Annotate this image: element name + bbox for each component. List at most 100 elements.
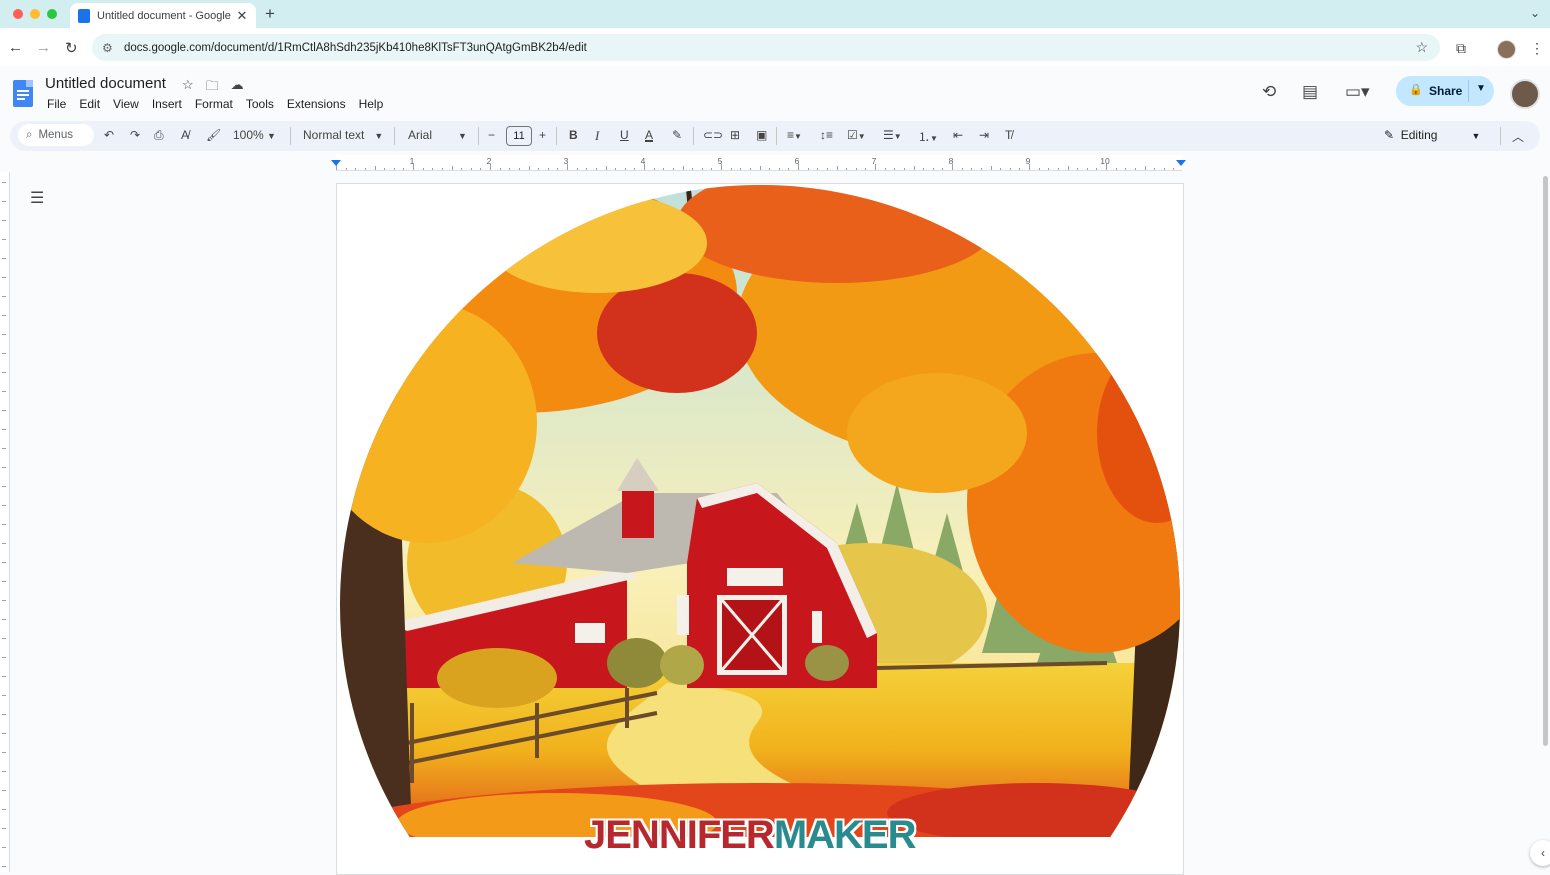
menu-view[interactable]: View bbox=[113, 97, 139, 111]
menu-format[interactable]: Format bbox=[195, 97, 233, 111]
back-icon[interactable]: ← bbox=[8, 39, 23, 56]
toolbar-divider bbox=[776, 127, 777, 145]
ruler-tick bbox=[769, 168, 771, 170]
bookmark-star-icon[interactable]: ☆ bbox=[1415, 39, 1428, 56]
share-dropdown-icon[interactable]: ▼ bbox=[1476, 83, 1486, 94]
ruler-tick bbox=[624, 168, 626, 170]
ruler-tick bbox=[740, 168, 742, 170]
editing-mode-select[interactable]: ✎ Editing ▼ bbox=[1384, 128, 1480, 142]
left-indent-marker[interactable] bbox=[331, 160, 341, 166]
document-title[interactable]: Untitled document bbox=[45, 75, 166, 92]
meet-video-icon[interactable]: ▭▾ bbox=[1345, 82, 1370, 102]
browser-menu-icon[interactable]: ⋮ bbox=[1530, 40, 1544, 57]
clear-formatting-icon[interactable]: T̸ bbox=[1005, 128, 1012, 142]
close-tab-icon[interactable]: ✕ bbox=[234, 8, 250, 24]
menu-tools[interactable]: Tools bbox=[246, 97, 274, 111]
vertical-ruler-tick bbox=[2, 410, 6, 411]
decrease-indent-icon[interactable]: ⇤ bbox=[953, 128, 963, 142]
paint-format-icon[interactable]: 🖌 bbox=[206, 128, 221, 142]
redo-icon[interactable]: ↷ bbox=[130, 128, 140, 142]
collapse-menus-icon[interactable]: ︿ bbox=[1512, 128, 1524, 145]
menu-bar: File Edit View Insert Format Tools Exten… bbox=[47, 97, 396, 111]
comments-icon[interactable]: ▤ bbox=[1302, 82, 1318, 102]
decrease-font-size-icon[interactable]: − bbox=[488, 128, 495, 142]
editing-mode-value: Editing bbox=[1400, 128, 1438, 142]
cloud-status-icon[interactable]: ☁ bbox=[231, 77, 244, 99]
line-spacing-icon[interactable]: ↕≡ bbox=[820, 128, 833, 142]
search-menus-input[interactable]: ⌕ Menus bbox=[18, 124, 94, 146]
avatar[interactable] bbox=[1510, 79, 1540, 109]
vertical-ruler[interactable] bbox=[0, 172, 10, 872]
menu-insert[interactable]: Insert bbox=[152, 97, 182, 111]
vertical-ruler-tick bbox=[2, 296, 6, 297]
font-size-input[interactable]: 11 bbox=[506, 126, 532, 146]
ruler-tick bbox=[1144, 166, 1146, 170]
ruler-number: 5 bbox=[717, 156, 723, 166]
vertical-ruler-tick bbox=[2, 695, 6, 696]
menu-extensions[interactable]: Extensions bbox=[287, 97, 346, 111]
close-window-button[interactable] bbox=[13, 9, 23, 19]
vertical-ruler-tick bbox=[2, 182, 6, 183]
ruler-tick bbox=[653, 168, 655, 170]
profile-icon[interactable] bbox=[1497, 40, 1516, 59]
font-select[interactable]: Arial ▼ bbox=[408, 128, 467, 142]
site-info-icon[interactable]: ⚙ bbox=[102, 41, 116, 55]
barn-illustration[interactable] bbox=[337, 183, 1183, 837]
tab-search-chevron-icon[interactable]: ⌄ bbox=[1530, 6, 1540, 20]
increase-indent-icon[interactable]: ⇥ bbox=[979, 128, 989, 142]
paragraph-style-select[interactable]: Normal text ▼ bbox=[303, 128, 383, 142]
reload-icon[interactable]: ↻ bbox=[65, 39, 78, 57]
ruler-tick bbox=[663, 168, 665, 170]
move-folder-icon[interactable]: 🗀 bbox=[206, 77, 219, 99]
highlight-icon[interactable]: ✎ bbox=[672, 128, 682, 142]
star-icon[interactable]: ☆ bbox=[182, 77, 194, 99]
vertical-ruler-tick bbox=[2, 847, 6, 848]
horizontal-ruler[interactable]: 1 2 3 4 5 6 7 8 9 10 bbox=[336, 155, 1182, 171]
checklist-icon[interactable]: ☑▼ bbox=[847, 128, 866, 142]
bold-icon[interactable]: B bbox=[569, 128, 578, 142]
bulleted-list-icon[interactable]: ☰▼ bbox=[883, 128, 902, 142]
insert-image-icon[interactable]: ▣ bbox=[756, 128, 767, 142]
forward-icon[interactable]: → bbox=[36, 39, 51, 56]
ruler-tick bbox=[1134, 168, 1136, 170]
ruler-tick bbox=[1163, 168, 1165, 170]
docs-logo-icon[interactable] bbox=[13, 80, 33, 107]
insert-link-icon[interactable]: ⊂⊃ bbox=[703, 128, 723, 142]
scrollbar-thumb[interactable] bbox=[1543, 176, 1548, 746]
ruler-tick bbox=[846, 168, 848, 170]
ruler-tick bbox=[451, 166, 453, 170]
align-icon[interactable]: ≡▼ bbox=[787, 128, 802, 142]
ruler-tick bbox=[393, 168, 395, 170]
numbered-list-icon[interactable]: ⒈▼ bbox=[918, 128, 938, 145]
menu-file[interactable]: File bbox=[47, 97, 66, 111]
menu-help[interactable]: Help bbox=[359, 97, 384, 111]
vertical-ruler-tick bbox=[2, 467, 6, 468]
minimize-window-button[interactable] bbox=[30, 9, 40, 19]
underline-icon[interactable]: U bbox=[620, 128, 629, 142]
vertical-ruler-tick bbox=[2, 771, 6, 772]
new-tab-icon[interactable]: + bbox=[265, 4, 275, 24]
undo-icon[interactable]: ↶ bbox=[104, 128, 114, 142]
menu-edit[interactable]: Edit bbox=[79, 97, 100, 111]
vertical-ruler-tick bbox=[2, 201, 6, 202]
extensions-icon[interactable]: ⧉ bbox=[1456, 40, 1466, 57]
italic-icon[interactable]: I bbox=[595, 128, 599, 144]
side-panel-toggle-icon[interactable]: ‹ bbox=[1530, 840, 1550, 866]
share-button[interactable]: 🔒 Share ▼ bbox=[1396, 76, 1494, 106]
vertical-ruler-tick bbox=[2, 714, 6, 715]
url-bar[interactable]: ⚙ docs.google.com/document/d/1RmCtlA8hSd… bbox=[92, 34, 1440, 61]
browser-tab[interactable]: Untitled document - Google D ✕ bbox=[70, 3, 256, 28]
spellcheck-icon[interactable]: A̸ bbox=[181, 128, 189, 142]
print-icon[interactable]: ⎙ bbox=[154, 128, 164, 143]
ruler-tick bbox=[605, 166, 607, 170]
version-history-icon[interactable]: ⟲ bbox=[1262, 82, 1276, 102]
right-indent-marker[interactable] bbox=[1176, 160, 1186, 166]
ruler-number: 9 bbox=[1025, 156, 1031, 166]
add-comment-icon[interactable]: ⊞ bbox=[730, 128, 740, 142]
text-color-icon[interactable]: A bbox=[645, 128, 653, 142]
ruler-number: 4 bbox=[640, 156, 646, 166]
maximize-window-button[interactable] bbox=[47, 9, 57, 19]
document-outline-icon[interactable]: ☰ bbox=[30, 188, 44, 208]
zoom-select[interactable]: 100% ▼ bbox=[233, 128, 276, 142]
increase-font-size-icon[interactable]: + bbox=[539, 128, 546, 142]
